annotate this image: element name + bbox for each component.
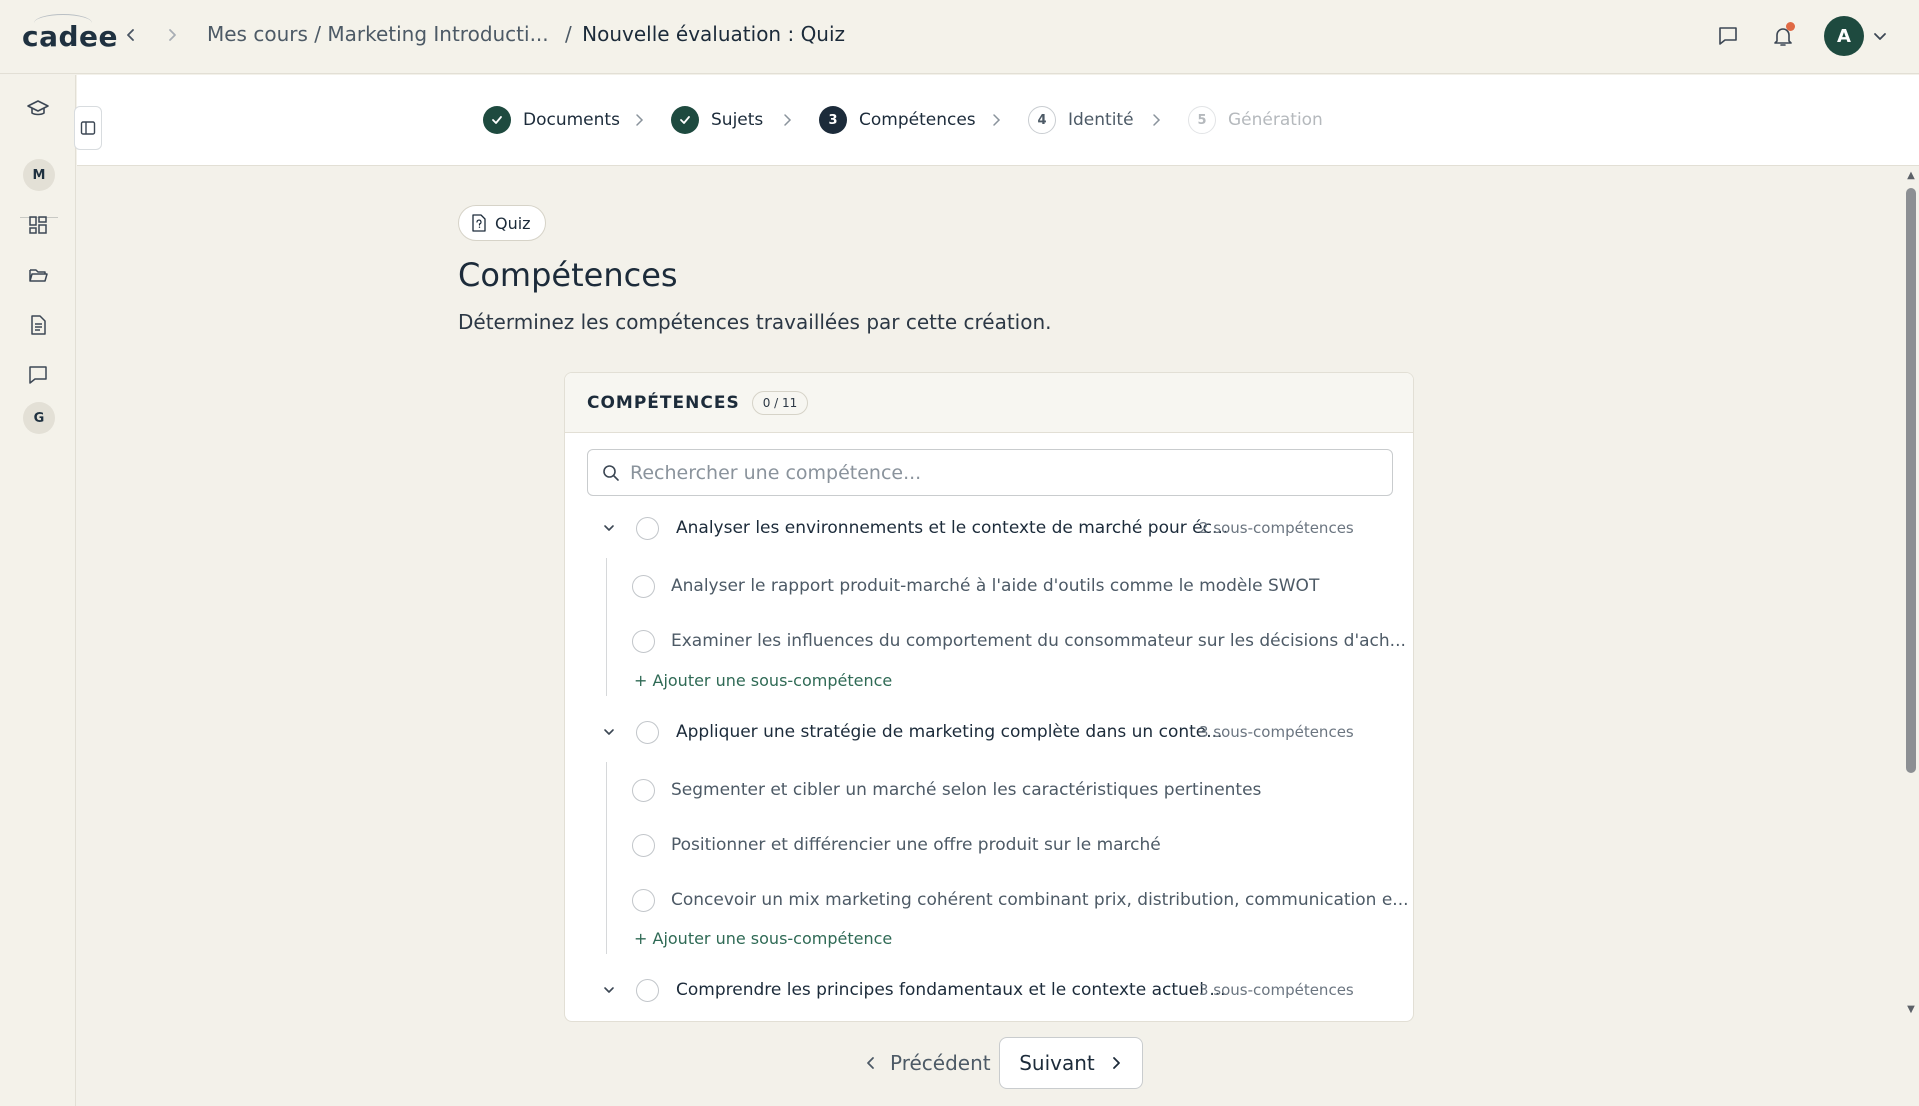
stepper-bar: Documents Sujets 3 Compétences 4 Identit… [74, 75, 1919, 166]
check-icon [483, 106, 511, 134]
page-title: Compétences [458, 256, 678, 294]
chevron-right-icon [987, 111, 1005, 129]
chevron-down-icon[interactable] [1870, 26, 1890, 46]
left-rail: M G [0, 75, 76, 1106]
scroll-up-icon[interactable]: ▲ [1905, 170, 1917, 182]
sidebar-toggle-icon[interactable] [74, 106, 102, 150]
step-identite[interactable]: 4 Identité [1028, 106, 1134, 134]
scrollbar[interactable]: ▲ ▼ [1902, 166, 1919, 1021]
check-icon [671, 106, 699, 134]
breadcrumb-current: Nouvelle évaluation : Quiz [582, 22, 846, 46]
competences-card: COMPÉTENCES 0 / 11 Analyser les environn… [564, 372, 1414, 1022]
step-number: 5 [1188, 106, 1216, 134]
scroll-thumb[interactable] [1906, 188, 1916, 773]
breadcrumb-separator: / [565, 22, 572, 46]
sub-competence-label: Segmenter et cibler un marché selon les … [671, 780, 1262, 800]
sub-competence-radio[interactable] [632, 778, 655, 802]
quiz-chip: Quiz [458, 205, 546, 241]
dashboard-grid-icon[interactable] [24, 211, 52, 239]
sub-competence-label: Positionner et différencier une offre pr… [671, 835, 1161, 855]
folder-open-icon[interactable] [24, 261, 52, 289]
sub-competence-label: Analyser le rapport produit-marché à l'a… [671, 576, 1320, 596]
main-content: Quiz Compétences Déterminez les compéten… [77, 166, 1902, 1106]
notification-bell-icon[interactable] [1767, 20, 1799, 52]
competence-radio[interactable] [636, 978, 659, 1002]
step-documents[interactable]: Documents [483, 106, 620, 134]
messages-icon[interactable] [1712, 20, 1744, 52]
notification-dot [1786, 22, 1795, 31]
step-number: 3 [819, 106, 847, 134]
sub-competence-radio[interactable] [632, 833, 655, 857]
chevron-right-icon [778, 111, 796, 129]
graduation-cap-icon[interactable] [24, 95, 52, 123]
step-label: Compétences [859, 110, 976, 130]
competence-radio[interactable] [636, 516, 659, 540]
sub-competence-radio[interactable] [632, 888, 655, 912]
search-box[interactable] [587, 449, 1393, 496]
sub-competence-row[interactable]: Examiner les influences du comportement … [565, 626, 1413, 656]
user-avatar[interactable]: A [1824, 16, 1864, 56]
selection-count-badge: 0 / 11 [751, 390, 809, 415]
next-label: Suivant [1019, 1051, 1095, 1075]
competence-label: Appliquer une stratégie de marketing com… [676, 722, 1223, 742]
quiz-chip-label: Quiz [495, 213, 531, 233]
workspace-avatar-m[interactable]: M [23, 159, 55, 191]
previous-button[interactable]: Précédent [852, 1037, 1003, 1089]
top-bar: cadee Mes cours / Marketing Introducti..… [0, 0, 1919, 74]
breadcrumb-parent[interactable]: Mes cours / Marketing Introducti... [207, 22, 549, 46]
card-title: COMPÉTENCES [587, 392, 740, 413]
competence-label: Comprendre les principes fondamentaux et… [676, 980, 1226, 1000]
step-label: Documents [523, 110, 620, 130]
sub-competence-label: Concevoir un mix marketing cohérent comb… [671, 890, 1409, 910]
forward-arrow-icon[interactable] [159, 22, 185, 48]
document-icon[interactable] [24, 311, 52, 339]
card-header: COMPÉTENCES 0 / 11 [565, 373, 1413, 433]
competence-label: Analyser les environnements et le contex… [676, 518, 1229, 538]
competence-row[interactable]: Analyser les environnements et le contex… [565, 513, 1413, 543]
chevron-down-icon[interactable] [599, 722, 619, 742]
competence-radio[interactable] [636, 720, 659, 744]
search-icon [603, 464, 619, 481]
add-sub-competence-link[interactable]: + Ajouter une sous-compétence [634, 929, 892, 948]
app-logo[interactable]: cadee [22, 20, 118, 53]
step-number: 4 [1028, 106, 1056, 134]
back-arrow-icon[interactable] [118, 22, 144, 48]
scroll-down-icon[interactable]: ▼ [1905, 1004, 1917, 1016]
chevron-down-icon[interactable] [599, 980, 619, 1000]
previous-label: Précédent [890, 1051, 991, 1075]
step-sujets[interactable]: Sujets [671, 106, 763, 134]
chat-icon[interactable] [24, 361, 52, 389]
search-input[interactable] [630, 461, 1370, 484]
step-competences[interactable]: 3 Compétences [819, 106, 976, 134]
sub-count: 3 sous-compétences [1199, 981, 1354, 999]
sub-competence-radio[interactable] [632, 574, 655, 598]
step-generation: 5 Génération [1188, 106, 1323, 134]
quiz-icon [472, 214, 486, 232]
competence-row[interactable]: Comprendre les principes fondamentaux et… [565, 975, 1413, 1005]
chevron-down-icon[interactable] [599, 518, 619, 538]
step-label: Identité [1068, 110, 1134, 130]
step-label: Génération [1228, 110, 1323, 130]
sub-competence-row[interactable]: Concevoir un mix marketing cohérent comb… [565, 885, 1413, 915]
competence-row[interactable]: Appliquer une stratégie de marketing com… [565, 717, 1413, 747]
sub-competence-row[interactable]: Positionner et différencier une offre pr… [565, 830, 1413, 860]
next-button[interactable]: Suivant [999, 1037, 1143, 1089]
sub-competence-row[interactable]: Segmenter et cibler un marché selon les … [565, 775, 1413, 805]
add-sub-competence-link[interactable]: + Ajouter une sous-compétence [634, 671, 892, 690]
breadcrumb: Mes cours / Marketing Introducti... / No… [207, 22, 845, 46]
sub-count: 2 sous-compétences [1199, 519, 1354, 537]
sub-count: 3 sous-compétences [1199, 723, 1354, 741]
chevron-right-icon [1112, 1057, 1120, 1069]
chevron-left-icon [867, 1057, 874, 1069]
sub-competence-label: Examiner les influences du comportement … [671, 631, 1406, 651]
sub-competence-radio[interactable] [632, 629, 655, 653]
chevron-right-icon [1147, 111, 1165, 129]
page-subtitle: Déterminez les compétences travaillées p… [458, 310, 1052, 334]
workspace-avatar-g[interactable]: G [23, 402, 55, 434]
sub-competence-row[interactable]: Analyser le rapport produit-marché à l'a… [565, 571, 1413, 601]
chevron-right-icon [630, 111, 648, 129]
step-label: Sujets [711, 110, 764, 130]
